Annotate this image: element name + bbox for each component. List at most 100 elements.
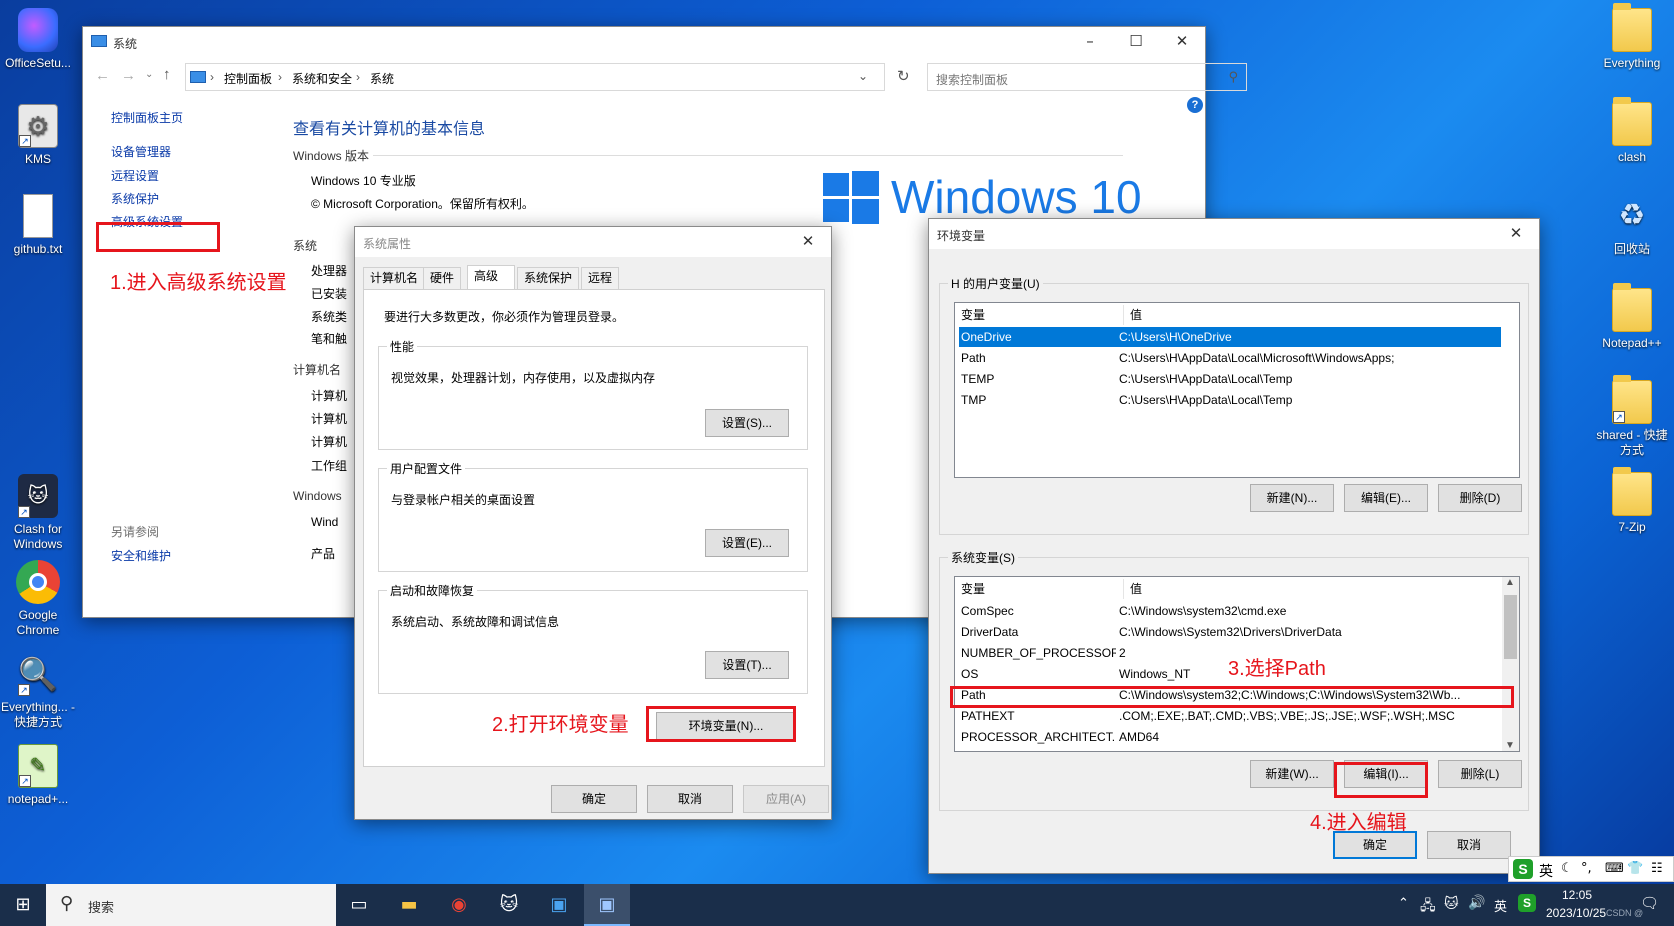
desktop-icon-shared[interactable]: ↗ shared - 快捷方式 [1594, 375, 1670, 458]
startup-recovery-settings-button[interactable]: 设置(T)... [705, 651, 789, 679]
table-row[interactable]: OneDrive C:\Users\H\OneDrive [959, 327, 1501, 347]
tab-computer-name[interactable]: 计算机名 [363, 267, 426, 289]
forward-arrow-icon[interactable]: → [121, 67, 136, 84]
breadcrumb-system[interactable]: 系统 [370, 70, 394, 87]
title-bar[interactable]: 系统 – ☐ ✕ [83, 27, 1205, 57]
sidebar-item-remote-settings[interactable]: 远程设置 [111, 167, 159, 184]
system-new-button[interactable]: 新建(W)... [1250, 760, 1334, 788]
scrollbar[interactable]: ▲ ▼ [1502, 577, 1519, 751]
apply-button[interactable]: 应用(A) [743, 785, 829, 813]
desktop-icon-everything-shortcut[interactable]: 🔍 ↗ Everything... - 快捷方式 [0, 652, 76, 730]
address-box[interactable]: › 控制面板 › 系统和安全 › 系统 ⌄ [185, 63, 885, 91]
scroll-down-icon[interactable]: ▼ [1505, 740, 1515, 751]
scroll-up-icon[interactable]: ▲ [1505, 577, 1515, 588]
desktop-icon-recycle-bin[interactable]: ♻ 回收站 [1594, 194, 1670, 257]
up-arrow-icon[interactable]: ↑ [163, 66, 171, 83]
search-icon[interactable]: ⚲ [1228, 69, 1238, 85]
taskbar: ⊞ ⚲ 搜索 ▭ ▬ ◉ 🐱 ▣ ▣ ⌃ 🖧 🐱 🔊 英 S 12:05 202… [0, 884, 1674, 926]
recent-chevron-icon[interactable]: ⌄ [145, 69, 153, 80]
desktop-icon-7zip[interactable]: 7-Zip [1594, 467, 1670, 535]
close-button[interactable]: ✕ [1493, 219, 1539, 249]
tab-advanced[interactable]: 高级 [467, 265, 515, 289]
network-icon[interactable]: 🖧 [1420, 895, 1436, 919]
clock-time[interactable]: 12:05 [1562, 888, 1592, 902]
desktop-icon-notepadpp-shortcut[interactable]: ✎ ↗ notepad+... [0, 744, 76, 807]
close-button[interactable]: ✕ [785, 227, 831, 257]
table-row[interactable]: DriverData C:\Windows\System32\Drivers\D… [959, 622, 1499, 642]
system-delete-button[interactable]: 删除(L) [1438, 760, 1522, 788]
table-row[interactable]: Path C:\Users\H\AppData\Local\Microsoft\… [959, 348, 1515, 368]
cancel-button[interactable]: 取消 [1427, 831, 1511, 859]
search-input[interactable]: 搜索控制面板 [936, 71, 1008, 88]
user-variables-list[interactable]: 变量 值 OneDrive C:\Users\H\OneDrive Path C… [954, 302, 1520, 478]
ime-language[interactable]: 英 [1539, 861, 1553, 881]
tab-hardware[interactable]: 硬件 [423, 267, 462, 289]
table-row[interactable]: PROCESSOR_ARCHITECT... AMD64 [959, 727, 1499, 747]
chrome-taskbar-icon[interactable]: ◉ [436, 884, 482, 926]
sogou-tray-icon[interactable]: S [1518, 894, 1536, 912]
volume-icon[interactable]: 🔊 [1468, 895, 1485, 911]
scrollbar-thumb[interactable] [1504, 595, 1517, 659]
desktop-icon-chrome[interactable]: Google Chrome [0, 560, 76, 638]
maximize-button[interactable]: ☐ [1113, 27, 1159, 57]
user-edit-button[interactable]: 编辑(E)... [1344, 484, 1428, 512]
desktop-icon-clash-folder[interactable]: clash [1594, 97, 1670, 165]
user-delete-button[interactable]: 删除(D) [1438, 484, 1522, 512]
desktop-icon-kms[interactable]: ⚙ ↗ KMS [0, 104, 76, 167]
sidebar-item-device-manager[interactable]: 设备管理器 [111, 143, 171, 160]
computer-row-label: 计算机 [311, 389, 348, 403]
user-new-button[interactable]: 新建(N)... [1250, 484, 1334, 512]
clock-date[interactable]: 2023/10/25 [1546, 906, 1606, 920]
close-button[interactable]: ✕ [1159, 27, 1205, 57]
file-explorer-icon[interactable]: ▬ [386, 884, 432, 926]
task-view-icon[interactable]: ▭ [336, 884, 382, 926]
table-row[interactable]: TEMP C:\Users\H\AppData\Local\Temp [959, 369, 1515, 389]
table-row[interactable]: PATHEXT .COM;.EXE;.BAT;.CMD;.VBS;.VBE;.J… [959, 706, 1499, 726]
control-panel-taskbar-icon[interactable]: ▣ [536, 884, 582, 926]
skin-icon[interactable]: 👕 [1627, 861, 1643, 876]
refresh-icon[interactable]: ↻ [897, 67, 910, 85]
chevron-down-icon[interactable]: ⌄ [858, 69, 868, 83]
menu-icon[interactable]: ☷ [1651, 861, 1663, 876]
cancel-button[interactable]: 取消 [647, 785, 733, 813]
search-box[interactable]: 搜索控制面板 ⚲ [927, 63, 1247, 91]
tab-system-protection[interactable]: 系统保护 [517, 267, 580, 289]
folder-icon [1612, 97, 1652, 146]
moon-icon[interactable]: ☾ [1561, 861, 1573, 876]
sidebar-item-system-protection[interactable]: 系统保护 [111, 190, 159, 207]
minimize-button[interactable]: – [1067, 27, 1113, 57]
desktop-icon-notepadpp[interactable]: Notepad++ [1594, 283, 1670, 351]
breadcrumb-system-security[interactable]: 系统和安全 [292, 70, 352, 87]
desktop-icon-officesetup[interactable]: OfficeSetu... [0, 8, 76, 71]
dialog-title-bar[interactable]: 系统属性 ✕ [355, 227, 831, 257]
desktop-icon-everything[interactable]: Everything [1594, 3, 1670, 71]
notification-icon[interactable]: 🗨 [1640, 894, 1659, 912]
table-row[interactable]: ComSpec C:\Windows\system32\cmd.exe [959, 601, 1499, 621]
clash-tray-icon[interactable]: 🐱 [1444, 895, 1459, 912]
sidebar-home-link[interactable]: 控制面板主页 [111, 109, 183, 126]
ime-toolbar[interactable]: S 英 ☾ °, ⌨ 👕 ☷ [1508, 856, 1674, 882]
annotation-step1: 1.进入高级系统设置 [110, 272, 287, 294]
desktop-icon-github-txt[interactable]: github.txt [0, 194, 76, 257]
ok-button[interactable]: 确定 [551, 785, 637, 813]
system-properties-taskbar-icon[interactable]: ▣ [584, 884, 630, 926]
taskbar-search-box[interactable]: ⚲ 搜索 [46, 884, 336, 926]
sidebar-item-security-maintenance[interactable]: 安全和维护 [111, 547, 171, 564]
back-arrow-icon[interactable]: ← [95, 67, 110, 84]
help-icon[interactable]: ? [1187, 97, 1203, 113]
ime-tray-language[interactable]: 英 [1494, 896, 1507, 915]
clash-taskbar-icon[interactable]: 🐱 [486, 884, 532, 926]
tab-remote[interactable]: 远程 [581, 267, 620, 289]
chevron-up-icon[interactable]: ⌃ [1398, 896, 1409, 911]
table-row[interactable]: TMP C:\Users\H\AppData\Local\Temp [959, 390, 1515, 410]
user-profiles-settings-button[interactable]: 设置(E)... [705, 529, 789, 557]
dialog-title-bar[interactable]: 环境变量 ✕ [929, 219, 1539, 249]
breadcrumb-control-panel[interactable]: 控制面板 [224, 70, 272, 87]
performance-settings-button[interactable]: 设置(S)... [705, 409, 789, 437]
search-input[interactable]: 搜索 [88, 897, 114, 916]
keyboard-icon[interactable]: ⌨ [1605, 861, 1624, 876]
windows-start-icon[interactable]: ⊞ [0, 884, 46, 926]
punctuation-icon[interactable]: °, [1581, 861, 1592, 876]
ok-button[interactable]: 确定 [1333, 831, 1417, 859]
desktop-icon-clash[interactable]: 🐱 ↗ Clash for Windows [0, 474, 76, 552]
